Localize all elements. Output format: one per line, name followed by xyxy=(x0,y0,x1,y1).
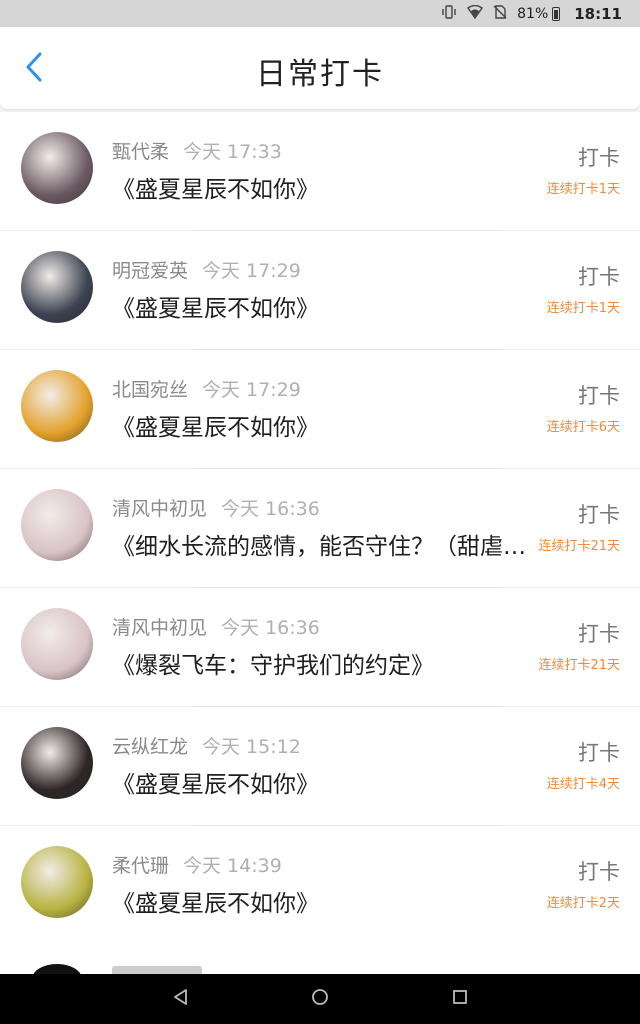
nav-home-button[interactable] xyxy=(305,984,335,1014)
username[interactable]: 清风中初见 今天 16:36 xyxy=(112,613,320,640)
username-placeholder xyxy=(112,966,202,974)
system-nav-bar xyxy=(0,974,640,1024)
timestamp: 今天 14:39 xyxy=(183,855,282,877)
username[interactable]: 云纵红龙 今天 15:12 xyxy=(112,732,301,759)
battery-icon xyxy=(552,6,561,21)
username-text[interactable]: 云纵红龙 xyxy=(112,736,188,758)
recents-square-icon xyxy=(452,989,468,1009)
username-text[interactable]: 明冠爱英 xyxy=(112,260,188,282)
streak-badge: 连续打卡1天 xyxy=(546,301,620,316)
list-item[interactable]: 北国宛丝 今天 17:29 《盛夏星辰不如你》 打卡连续打卡6天 xyxy=(0,350,640,469)
avatar[interactable] xyxy=(21,370,93,442)
checkin-button[interactable]: 打卡 xyxy=(578,618,620,648)
avatar[interactable] xyxy=(21,727,93,799)
list-item[interactable]: 清风中初见 今天 16:36 《细水长流的感情，能否守住？（甜虐… 打卡连续打卡21天 xyxy=(0,469,640,588)
username-text[interactable]: 清风中初见 xyxy=(112,498,207,520)
book-title[interactable]: 《盛夏星辰不如你》 xyxy=(112,170,537,204)
timestamp: 今天 17:29 xyxy=(202,260,301,282)
avatar[interactable] xyxy=(21,489,93,561)
checkin-button[interactable]: 打卡 xyxy=(578,856,620,886)
app-header: 日常打卡 xyxy=(0,27,640,110)
streak-badge: 连续打卡6天 xyxy=(546,420,620,435)
checkin-list: 甄代柔 今天 17:33 《盛夏星辰不如你》 打卡 连续打卡1天 明冠爱英 今天 17:29… xyxy=(0,112,640,945)
username[interactable]: 清风中初见 今天 16:36 xyxy=(112,494,320,521)
streak-badge: 连续打卡21天 xyxy=(538,658,620,673)
page-title: 日常打卡 xyxy=(256,57,384,92)
streak-badge: 连续打卡2天 xyxy=(546,896,620,911)
username-text[interactable]: 甄代柔 xyxy=(112,141,169,163)
status-bar: 81% 18:11 xyxy=(0,0,640,27)
timestamp: 今天 15:12 xyxy=(202,736,301,758)
list-item[interactable]: 清风中初见 今天 16:36 《爆裂飞车：守护我们的约定》 打卡连续打卡21天 xyxy=(0,588,640,707)
avatar[interactable] xyxy=(21,251,93,323)
status-clock: 18:11 xyxy=(574,4,622,23)
list-item[interactable]: 柔代珊 今天 14:39 《盛夏星辰不如你》 打卡连续打卡2天 xyxy=(0,826,640,945)
username-text[interactable]: 北国宛丝 xyxy=(112,379,188,401)
list-item[interactable]: 甄代柔 今天 17:33 《盛夏星辰不如你》 打卡连续打卡1天 xyxy=(0,112,640,231)
checkin-button[interactable]: 打卡 xyxy=(578,142,620,172)
timestamp: 今天 16:36 xyxy=(221,617,320,639)
username-text[interactable]: 清风中初见 xyxy=(112,617,207,639)
book-title[interactable]: 《细水长流的感情，能否守住？（甜虐… xyxy=(112,527,537,561)
username[interactable]: 北国宛丝 今天 17:29 xyxy=(112,375,301,402)
checkin-button[interactable]: 打卡 xyxy=(578,499,620,529)
home-circle-icon xyxy=(311,988,329,1010)
book-title[interactable]: 《盛夏星辰不如你》 xyxy=(112,765,537,799)
checkin-button[interactable]: 打卡 xyxy=(578,737,620,767)
checkin-button[interactable]: 打卡 xyxy=(578,261,620,291)
avatar[interactable] xyxy=(21,132,93,204)
book-title[interactable]: 《盛夏星辰不如你》 xyxy=(112,408,537,442)
streak-badge: 连续打卡4天 xyxy=(546,777,620,792)
book-title[interactable]: 《盛夏星辰不如你》 xyxy=(112,289,537,323)
avatar xyxy=(32,964,82,974)
timestamp: 今天 16:36 xyxy=(221,498,320,520)
username[interactable]: 柔代珊 今天 14:39 xyxy=(112,851,282,878)
avatar[interactable] xyxy=(21,608,93,680)
timestamp: 今天 17:29 xyxy=(202,379,301,401)
timestamp: 今天 17:33 xyxy=(183,141,282,163)
nav-back-button[interactable] xyxy=(165,984,195,1014)
list-item[interactable]: 云纵红龙 今天 15:12 《盛夏星辰不如你》 打卡连续打卡4天 xyxy=(0,707,640,826)
nav-recents-button[interactable] xyxy=(445,984,475,1014)
checkin-button[interactable]: 打卡 xyxy=(578,380,620,410)
avatar[interactable] xyxy=(21,846,93,918)
vibrate-icon xyxy=(441,4,457,23)
username[interactable]: 明冠爱英 今天 17:29 xyxy=(112,256,301,283)
streak-badge: 连续打卡1天 xyxy=(546,182,620,197)
wifi-icon xyxy=(467,4,484,23)
book-title[interactable]: 《盛夏星辰不如你》 xyxy=(112,884,537,918)
no-sim-icon xyxy=(493,4,507,23)
back-triangle-icon xyxy=(172,988,188,1010)
battery-percentage: 81% xyxy=(517,5,549,22)
list-item-partial xyxy=(0,940,640,974)
streak-badge: 连续打卡21天 xyxy=(538,539,620,554)
list-item[interactable]: 明冠爱英 今天 17:29 《盛夏星辰不如你》 打卡连续打卡1天 xyxy=(0,231,640,350)
username[interactable]: 甄代柔 今天 17:33 xyxy=(112,137,282,164)
username-text[interactable]: 柔代珊 xyxy=(112,855,169,877)
book-title[interactable]: 《爆裂飞车：守护我们的约定》 xyxy=(112,646,537,680)
